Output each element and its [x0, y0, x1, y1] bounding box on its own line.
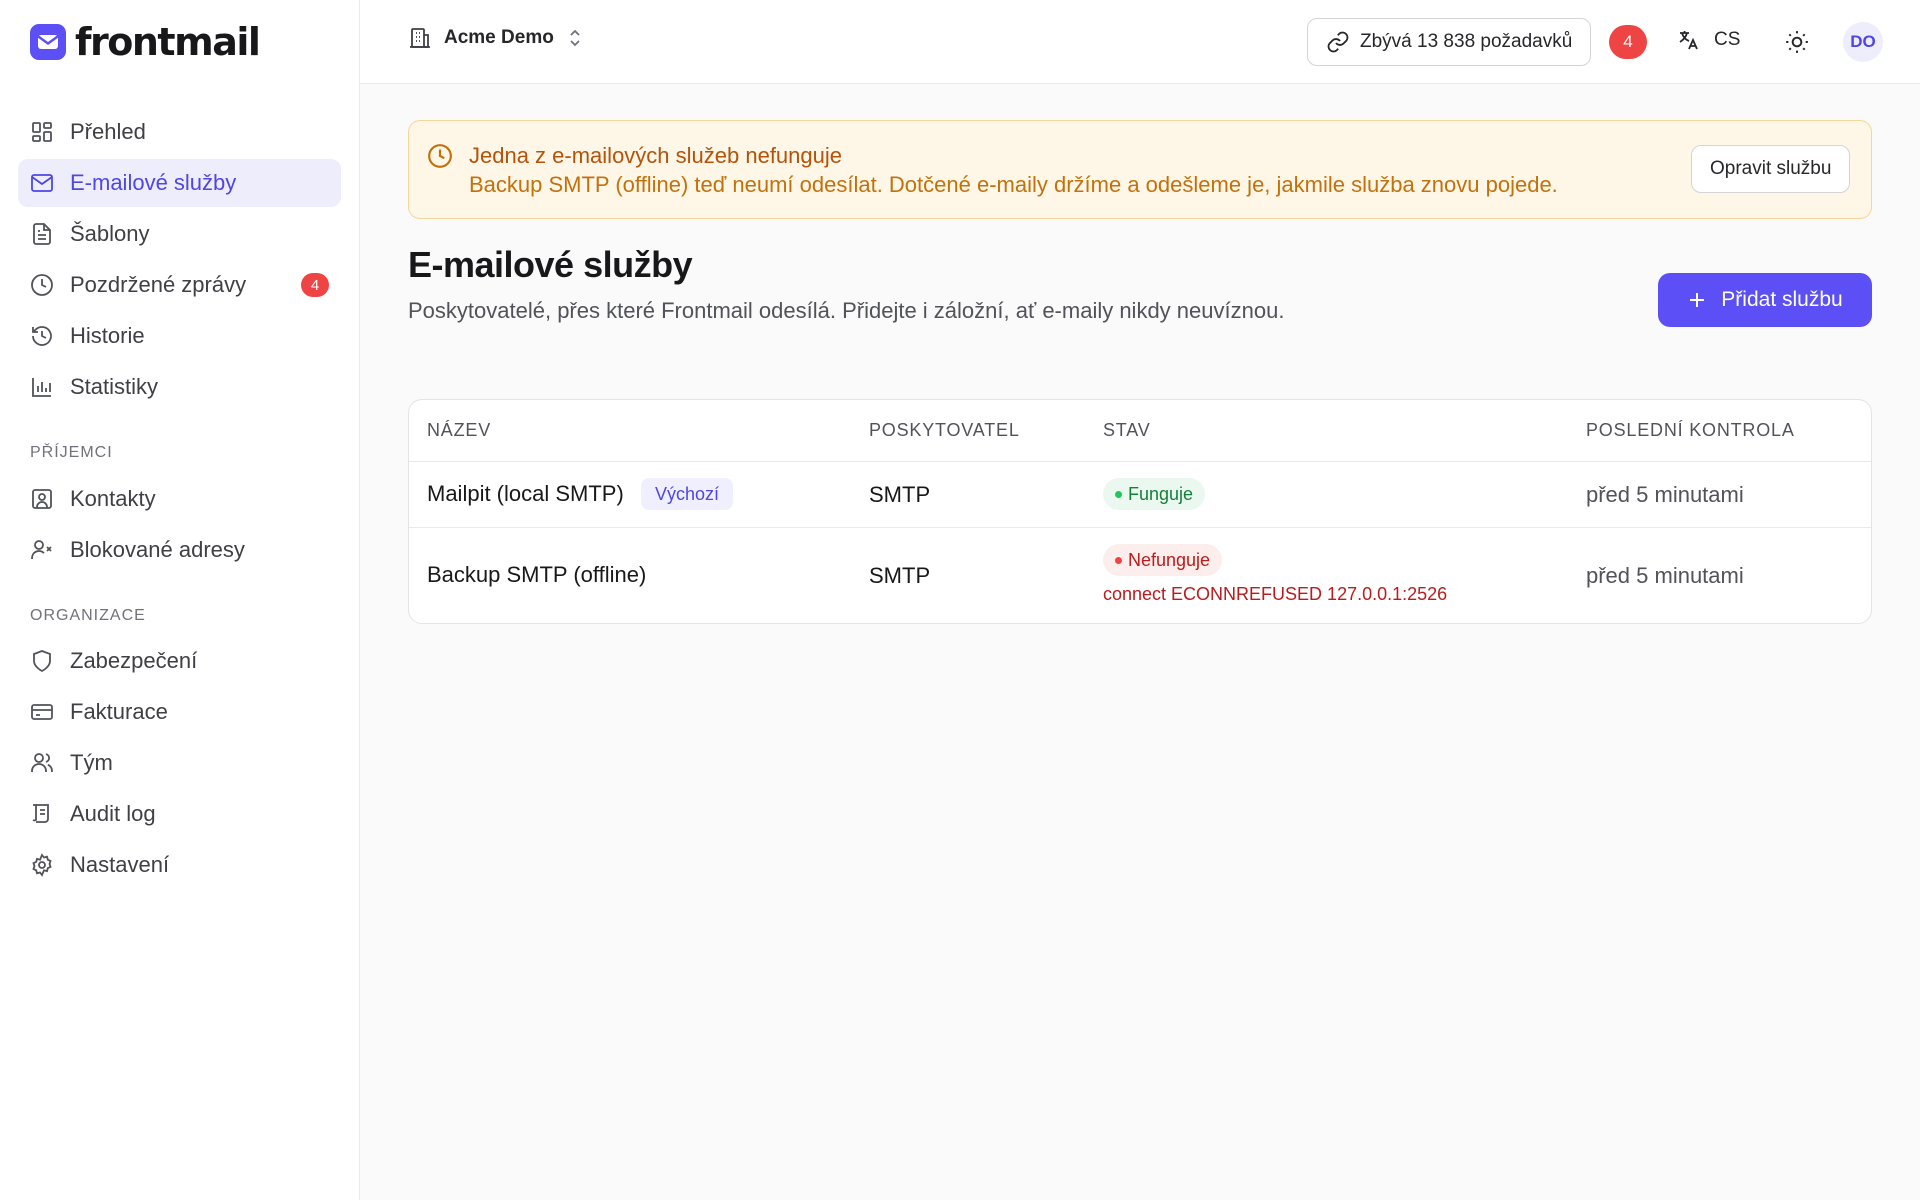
- organization-nav: Zabezpečení Fakturace Tým Audit log Nast…: [18, 637, 341, 892]
- clock-icon: [31, 274, 53, 296]
- gear-icon: [32, 853, 52, 877]
- section-title-recipients: PŘÍJEMCI: [30, 444, 113, 461]
- sidebar-item-team[interactable]: Tým: [18, 739, 341, 787]
- clock-icon: [428, 144, 452, 168]
- service-name: Mailpit (local SMTP): [427, 481, 624, 506]
- sidebar-item-label: Fakturace: [70, 699, 168, 724]
- document-icon: [33, 223, 51, 245]
- sidebar-item-prehled[interactable]: Přehled: [18, 108, 341, 156]
- quota-label: Zbývá 13 838 požadavků: [1360, 31, 1573, 52]
- fix-service-button[interactable]: Opravit službu: [1691, 145, 1851, 193]
- status-badge: Nefunguje: [1103, 544, 1223, 576]
- status-label: Nefunguje: [1128, 549, 1211, 570]
- logo-text: frontmail: [75, 20, 261, 64]
- page-subtitle: Poskytovatelé, přes které Frontmail odes…: [408, 298, 1285, 323]
- column-header-name: NÁZEV: [427, 420, 492, 440]
- sidebar-item-templates[interactable]: Šablony: [18, 210, 341, 258]
- dashboard-icon: [32, 122, 52, 142]
- sidebar-item-label: Kontakty: [70, 486, 156, 511]
- theme-toggle[interactable]: [1784, 29, 1810, 55]
- sidebar-item-label: Historie: [70, 323, 145, 348]
- sidebar-item-billing[interactable]: Fakturace: [18, 688, 341, 736]
- service-provider: SMTP: [869, 563, 931, 588]
- sidebar-item-label: Tým: [70, 750, 113, 775]
- alert-description: Backup SMTP (offline) teď neumí odesílat…: [469, 172, 1558, 197]
- sidebar-item-label: Pozdržené zprávy: [70, 272, 247, 297]
- service-provider: SMTP: [869, 482, 931, 507]
- service-name: Backup SMTP (offline): [427, 562, 647, 587]
- history-icon: [32, 326, 52, 346]
- contact-icon: [32, 489, 52, 509]
- bar-chart-icon: [32, 378, 51, 397]
- column-header-provider: POSKYTOVATEL: [869, 420, 1020, 440]
- services-table: NÁZEV POSKYTOVATEL STAV POSLEDNÍ KONTROL…: [408, 399, 1872, 624]
- sidebar-item-settings[interactable]: Nastavení: [18, 841, 341, 889]
- mail-icon: [31, 174, 53, 192]
- organization-switcher[interactable]: Acme Demo: [408, 26, 584, 50]
- sidebar-item-label: Přehled: [70, 119, 146, 144]
- table-row[interactable]: Backup SMTP (offline) SMTP Nefunguje con…: [409, 527, 1871, 623]
- user-x-icon: [31, 540, 52, 559]
- sidebar-item-blocked[interactable]: Blokované adresy: [18, 526, 341, 574]
- status-badge: Funguje: [1103, 478, 1206, 510]
- sidebar-item-label: Zabezpečení: [70, 648, 198, 673]
- held-count-badge: 4: [301, 273, 329, 297]
- organization-name: Acme Demo: [444, 27, 554, 48]
- default-badge: Výchozí: [641, 478, 734, 510]
- request-quota-button[interactable]: Zbývá 13 838 požadavků: [1307, 18, 1592, 66]
- plus-icon: [1690, 293, 1705, 307]
- service-down-alert: Jedna z e-mailových služeb nefunguje Bac…: [408, 120, 1872, 219]
- sidebar-item-email-services[interactable]: E-mailové služby: [18, 159, 341, 207]
- table-row[interactable]: Mailpit (local SMTP) Výchozí SMTP Funguj…: [409, 461, 1871, 527]
- language-code: CS: [1714, 29, 1741, 50]
- add-service-label: Přidat službu: [1721, 288, 1843, 311]
- language-switcher[interactable]: CS: [1676, 28, 1740, 52]
- logo[interactable]: frontmail: [30, 20, 261, 64]
- sidebar-item-label: Šablony: [70, 221, 150, 246]
- status-ok-dot: [1115, 490, 1122, 498]
- sidebar-item-label: Audit log: [70, 801, 156, 826]
- last-check: před 5 minutami: [1586, 563, 1744, 588]
- user-avatar[interactable]: DO: [1843, 22, 1883, 62]
- alert-title: Jedna z e-mailových služeb nefunguje: [469, 143, 843, 168]
- sidebar-item-label: Nastavení: [70, 852, 170, 877]
- sidebar-item-security[interactable]: Zabezpečení: [18, 637, 341, 685]
- status-error-dot: [1115, 556, 1122, 564]
- notifications-badge[interactable]: 4: [1609, 25, 1647, 59]
- link-icon: [1327, 31, 1349, 53]
- main-nav: Přehled E-mailové služby Šablony Pozdrže…: [18, 108, 341, 414]
- page-title: E-mailové služby: [408, 244, 693, 285]
- sidebar-item-statistics[interactable]: Statistiky: [18, 363, 341, 411]
- sidebar-item-held-messages[interactable]: Pozdržené zprávy 4: [18, 261, 341, 309]
- sidebar-item-audit-log[interactable]: Audit log: [18, 790, 341, 838]
- sidebar-item-contacts[interactable]: Kontakty: [18, 475, 341, 523]
- sidebar-item-history[interactable]: Historie: [18, 312, 341, 360]
- sidebar-item-label: Statistiky: [70, 374, 159, 399]
- add-service-button[interactable]: Přidat službu: [1658, 273, 1872, 327]
- shield-icon: [33, 650, 51, 673]
- sun-icon: [1786, 31, 1808, 53]
- users-icon: [31, 753, 53, 772]
- translate-icon: [1679, 31, 1698, 50]
- column-header-status: STAV: [1103, 420, 1151, 440]
- recipients-nav: Kontakty Blokované adresy: [18, 475, 341, 577]
- logo-mail-icon: [30, 24, 66, 60]
- scroll-icon: [32, 804, 49, 823]
- credit-card-icon: [31, 704, 53, 720]
- last-check: před 5 minutami: [1586, 482, 1744, 507]
- status-label: Funguje: [1128, 483, 1194, 504]
- column-header-last-check: POSLEDNÍ KONTROLA: [1586, 420, 1795, 440]
- section-title-organization: ORGANIZACE: [30, 607, 146, 624]
- error-message: connect ECONNREFUSED 127.0.0.1:2526: [1103, 584, 1448, 604]
- sidebar: frontmail Přehled E-mailové služby Šablo…: [0, 0, 360, 1200]
- sidebar-item-label: Blokované adresy: [70, 537, 245, 562]
- chevron-up-down-icon: [570, 29, 580, 47]
- building-icon: [410, 28, 430, 48]
- top-bar: Acme Demo Zbývá 13 838 požadavků 4 CS DO: [360, 0, 1920, 84]
- sidebar-item-label: E-mailové služby: [70, 170, 237, 195]
